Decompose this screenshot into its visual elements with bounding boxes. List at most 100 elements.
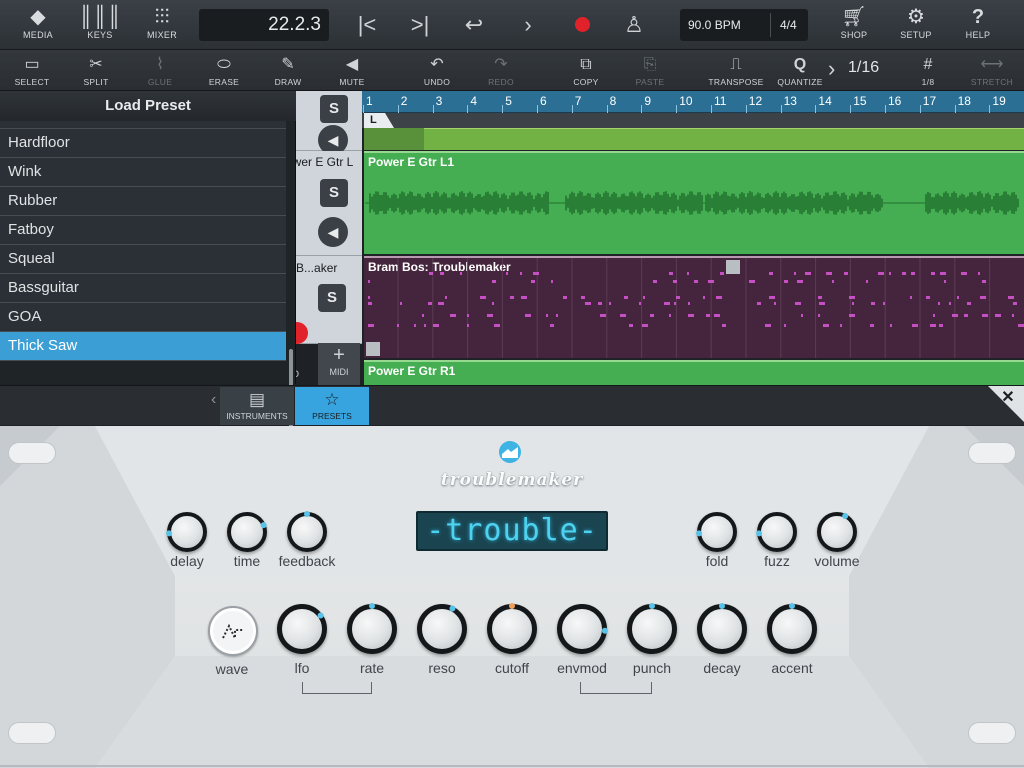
track-header-troublemaker[interactable]: n B...aker S bbox=[286, 256, 362, 344]
grid-button[interactable]: #1/8 bbox=[900, 53, 956, 89]
preset-item-fatboy[interactable]: Fatboy bbox=[0, 216, 286, 245]
shop-button[interactable]: 🛒︎ SHOP bbox=[824, 4, 884, 46]
chevron-left-icon[interactable]: ‹ bbox=[211, 391, 216, 409]
keys-button[interactable]: ║║║ KEYS bbox=[70, 4, 130, 46]
clip-handle[interactable] bbox=[726, 260, 740, 274]
tab-presets[interactable]: ☆ PRESETS bbox=[295, 387, 369, 425]
midi-note bbox=[912, 324, 918, 327]
preset-item-bassguitar[interactable]: Bassguitar bbox=[0, 274, 286, 303]
record-button[interactable] bbox=[575, 17, 590, 32]
knob-time[interactable] bbox=[227, 512, 267, 552]
midi-note bbox=[480, 296, 486, 299]
solo-button[interactable]: S bbox=[320, 179, 348, 207]
quantize-value[interactable]: 1/16 bbox=[848, 59, 879, 77]
media-button[interactable]: ◆ MEDIA bbox=[8, 4, 68, 46]
knob-punch[interactable] bbox=[627, 603, 677, 654]
midi-note bbox=[664, 302, 670, 305]
waveform-path bbox=[365, 191, 1019, 215]
midi-note bbox=[708, 280, 714, 283]
knob-feedback[interactable] bbox=[287, 511, 327, 552]
knob-rate[interactable] bbox=[347, 603, 397, 654]
song-position-display[interactable]: 22.2.3 bbox=[199, 9, 329, 41]
clip-handle[interactable] bbox=[366, 342, 380, 356]
panel-title: Load Preset bbox=[0, 91, 296, 121]
knob-volume[interactable] bbox=[817, 512, 857, 552]
solo-button[interactable]: S bbox=[320, 95, 348, 123]
clip-top[interactable] bbox=[424, 128, 1024, 150]
midi-note bbox=[368, 324, 374, 327]
bar-line bbox=[954, 105, 956, 113]
transpose-button[interactable]: ⎍ TRANSPOSE bbox=[708, 53, 764, 89]
knob-fold[interactable] bbox=[696, 512, 737, 552]
midi-note bbox=[933, 314, 935, 317]
knob-accent[interactable] bbox=[767, 603, 817, 654]
midi-note bbox=[650, 314, 654, 317]
tempo-display[interactable]: 90.0 BPM 4/4 bbox=[680, 9, 808, 41]
draw-tool[interactable]: ✎ DRAW bbox=[260, 53, 316, 89]
bar-line bbox=[502, 105, 504, 113]
track-header-top[interactable]: S ◀ bbox=[286, 91, 362, 155]
audio-clip-gtr-r[interactable]: Power E Gtr R1 bbox=[364, 360, 1024, 385]
preset-item-thick-saw[interactable]: Thick Saw bbox=[0, 332, 286, 361]
mixer-button[interactable]: ⫶⫶⫶ MIXER bbox=[132, 4, 192, 46]
knob-fuzz[interactable] bbox=[756, 512, 797, 552]
help-button[interactable]: ? HELP bbox=[948, 4, 1008, 46]
wave-selector[interactable] bbox=[208, 606, 258, 656]
skip-forward-button[interactable]: >| bbox=[402, 8, 438, 42]
solo-button[interactable]: S bbox=[318, 284, 346, 312]
knob-decay[interactable] bbox=[697, 603, 747, 654]
track-header-gtr-l[interactable]: ower E Gtr L S ◀ bbox=[286, 151, 362, 256]
list-item[interactable] bbox=[0, 121, 286, 129]
stretch-button[interactable]: ⟷ STRETCH bbox=[964, 53, 1020, 89]
redo-button[interactable]: ↷ REDO bbox=[473, 53, 529, 89]
rewind-to-start-button[interactable]: |< bbox=[349, 8, 385, 42]
split-tool[interactable]: ✂ SPLIT bbox=[68, 53, 124, 89]
midi-note bbox=[556, 314, 558, 317]
midi-note bbox=[487, 314, 493, 317]
close-icon[interactable]: ✕ bbox=[992, 387, 1024, 409]
midi-note bbox=[581, 296, 585, 299]
add-midi-track-button[interactable]: + MIDI bbox=[318, 343, 360, 385]
chevron-right-icon[interactable]: › bbox=[828, 56, 835, 82]
bar-line bbox=[641, 105, 643, 113]
knob-cutoff[interactable] bbox=[487, 603, 537, 654]
paste-button[interactable]: ⎘ PASTE bbox=[622, 53, 678, 89]
knob-envmod[interactable] bbox=[557, 604, 608, 654]
tab-instruments[interactable]: ▤ INSTRUMENTS bbox=[220, 387, 295, 425]
knob-delay[interactable] bbox=[166, 512, 207, 552]
preset-item-wink[interactable]: Wink bbox=[0, 158, 286, 187]
erase-tool[interactable]: ⬭ ERASE bbox=[196, 53, 252, 89]
setup-button[interactable]: ⚙ SETUP bbox=[886, 4, 946, 46]
select-tool[interactable]: ▭ SELECT bbox=[4, 53, 60, 89]
bar-line bbox=[432, 105, 434, 113]
preset-item-squeal[interactable]: Squeal bbox=[0, 245, 286, 274]
quantize-button[interactable]: Q QUANTIZE bbox=[772, 53, 828, 89]
preset-item-goa[interactable]: GOA bbox=[0, 303, 286, 332]
audio-clip-gtr-l[interactable]: Power E Gtr L1 bbox=[364, 151, 1024, 254]
preset-list[interactable]: Hardfloor Wink Rubber Fatboy Squeal Bass… bbox=[0, 121, 286, 361]
pencil-icon: ✎ bbox=[281, 56, 295, 73]
mute-speaker-icon[interactable]: ◀ bbox=[318, 217, 348, 247]
midi-note bbox=[494, 324, 500, 327]
copy-button[interactable]: ⧉ COPY bbox=[558, 53, 614, 89]
play-button[interactable]: › bbox=[510, 8, 546, 42]
bar-line bbox=[850, 105, 852, 113]
midi-note bbox=[878, 272, 884, 275]
midi-note bbox=[870, 324, 874, 327]
app-window: ◆ MEDIA ║║║ KEYS ⫶⫶⫶ MIXER 22.2.3 |< >| … bbox=[0, 0, 1024, 768]
preset-item-rubber[interactable]: Rubber bbox=[0, 187, 286, 216]
list-icon: ▤ bbox=[248, 390, 266, 409]
knob-reso[interactable] bbox=[417, 604, 467, 654]
bar-line bbox=[885, 105, 886, 113]
metronome-button[interactable]: ♙ bbox=[616, 8, 652, 42]
glue-tool[interactable]: ⌇ GLUE bbox=[132, 53, 188, 89]
timeline-ruler[interactable]: 1 2 3 4 5 6 7 8 9 10 11 12 13 14 15 16 17 18 19 bbox=[362, 91, 1024, 113]
mute-tool[interactable]: ◀ MUTE bbox=[324, 53, 380, 89]
loop-button[interactable]: ↩ bbox=[456, 8, 492, 42]
loop-strip[interactable] bbox=[362, 113, 1024, 128]
preset-item-hardfloor[interactable]: Hardfloor bbox=[0, 129, 286, 158]
midi-note bbox=[982, 314, 988, 317]
midi-clip-troublemaker[interactable]: Bram Bos: Troublemaker bbox=[364, 256, 1024, 358]
knob-lfo[interactable] bbox=[277, 604, 327, 654]
undo-button[interactable]: ↶ UNDO bbox=[409, 53, 465, 89]
